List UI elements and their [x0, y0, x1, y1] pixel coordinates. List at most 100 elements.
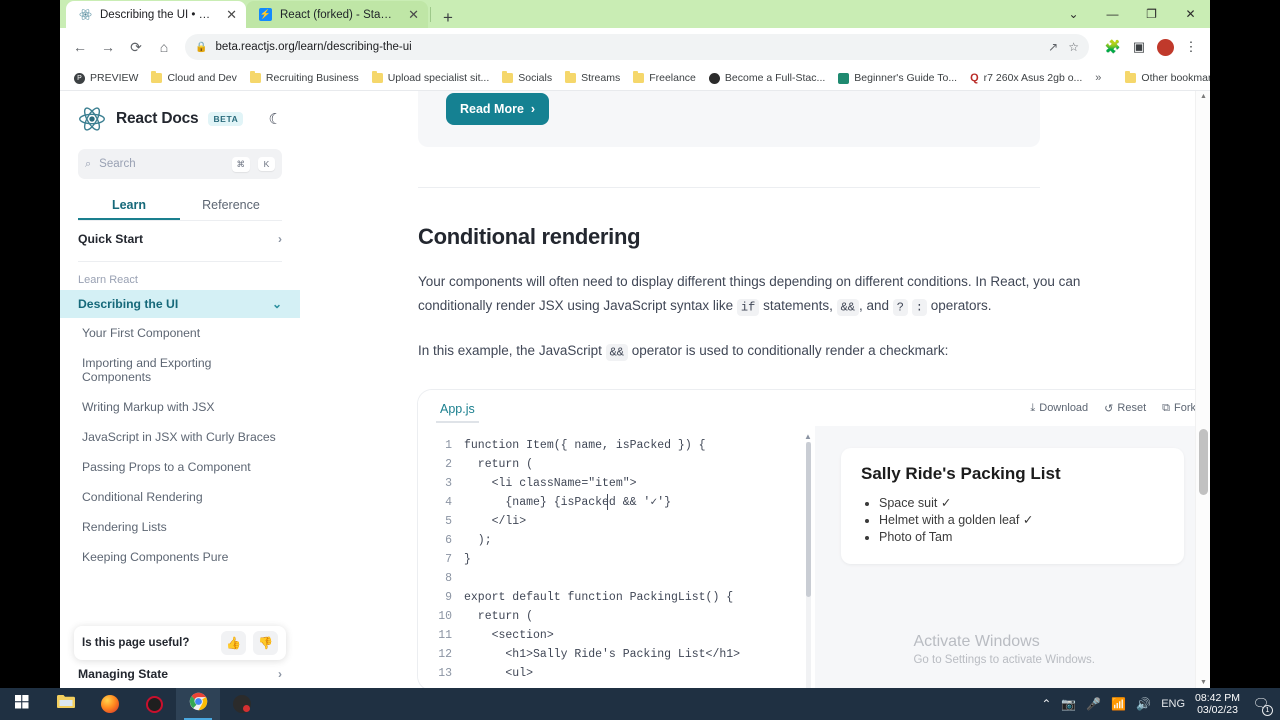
- bookmark-label: Cloud and Dev: [167, 72, 237, 84]
- code-line: 2 return (: [418, 455, 815, 474]
- list-item: Helmet with a golden leaf ✓: [879, 512, 1164, 529]
- sidebar-divider: [78, 261, 282, 262]
- notifications-button[interactable]: 🗨 1: [1250, 693, 1273, 716]
- scrollbar-thumb[interactable]: [806, 442, 811, 597]
- bookmark-item[interactable]: Streams: [559, 70, 626, 86]
- page-scrollbar-thumb[interactable]: [1199, 429, 1208, 495]
- microphone-icon[interactable]: 🎤: [1086, 697, 1101, 711]
- bookmark-star-icon[interactable]: ☆: [1068, 40, 1079, 54]
- main-content: Read More › Conditional rendering Your c…: [300, 91, 1210, 688]
- new-tab-button[interactable]: +: [433, 9, 463, 28]
- language-indicator[interactable]: ENG: [1161, 698, 1185, 710]
- forward-icon[interactable]: →: [95, 34, 121, 60]
- inline-code-colon: :: [911, 298, 927, 316]
- other-bookmarks-button[interactable]: Other bookmarks: [1119, 70, 1210, 86]
- sidebar-item-your-first-component[interactable]: Your First Component: [60, 318, 300, 348]
- sidebar-item-keeping-components-pure[interactable]: Keeping Components Pure: [60, 542, 300, 572]
- reload-icon[interactable]: ⟳: [123, 34, 149, 60]
- home-icon[interactable]: ⌂: [151, 34, 177, 60]
- tab-search-icon[interactable]: ⌄: [1054, 0, 1093, 28]
- bookmark-item[interactable]: P PREVIEW: [68, 70, 144, 86]
- browser-tab-1[interactable]: Describing the UI • React ✕: [66, 1, 246, 28]
- tab-close-icon[interactable]: ✕: [226, 8, 237, 21]
- paragraph-2: In this example, the JavaScript && opera…: [418, 339, 1133, 364]
- code-text: </li>: [464, 515, 527, 528]
- discord-button[interactable]: [220, 688, 264, 720]
- code-line: 11 <section>: [418, 626, 815, 645]
- code-editor[interactable]: 1 function Item({ name, isPacked }) { 2 r…: [418, 426, 815, 688]
- folder-icon: [249, 71, 261, 83]
- page-scrollbar[interactable]: ▲ ▼: [1195, 91, 1210, 688]
- address-bar[interactable]: 🔒 beta.reactjs.org/learn/describing-the-…: [185, 34, 1089, 60]
- list-item: Space suit ✓: [879, 495, 1164, 512]
- reset-button[interactable]: ↺ Reset: [1104, 402, 1146, 415]
- wifi-icon[interactable]: 📶: [1111, 697, 1126, 711]
- fork-button[interactable]: ⧉ Fork: [1162, 402, 1196, 415]
- scroll-up-icon[interactable]: ▲: [1196, 93, 1210, 100]
- bookmark-item[interactable]: Upload specialist sit...: [366, 70, 496, 86]
- download-label: Download: [1039, 402, 1089, 414]
- line-number: 6: [445, 534, 452, 547]
- inline-code-and: &&: [836, 298, 860, 316]
- extensions-icon[interactable]: 🧩: [1101, 35, 1125, 59]
- file-explorer-button[interactable]: [44, 688, 88, 720]
- moon-icon[interactable]: ☾: [269, 110, 282, 128]
- search-icon: ⌕: [85, 157, 92, 170]
- chrome-button[interactable]: [176, 688, 220, 720]
- bookmark-item[interactable]: Become a Full-Stac...: [703, 70, 831, 86]
- download-button[interactable]: ⤓ Download: [1030, 402, 1088, 415]
- bookmark-item[interactable]: Recruiting Business: [244, 70, 365, 86]
- clock[interactable]: 08:42 PM 03/02/23: [1195, 692, 1240, 717]
- line-number: 8: [445, 572, 452, 585]
- other-bookmarks-label: Other bookmarks: [1141, 72, 1210, 84]
- tray-expand-icon[interactable]: ⌃: [1041, 697, 1051, 711]
- scroll-up-icon[interactable]: ▲: [804, 432, 812, 441]
- sandbox-file-tab[interactable]: App.js: [436, 394, 479, 423]
- read-more-button[interactable]: Read More ›: [446, 93, 550, 125]
- tab-learn[interactable]: Learn: [78, 191, 180, 220]
- volume-icon[interactable]: 🔊: [1136, 697, 1151, 711]
- chevron-right-icon[interactable]: ›: [278, 232, 282, 246]
- sidebar-item-writing-markup-jsx[interactable]: Writing Markup with JSX: [60, 392, 300, 422]
- bookmark-item[interactable]: Socials: [496, 70, 558, 86]
- sidebar-item-javascript-curly-braces[interactable]: JavaScript in JSX with Curly Braces: [60, 422, 300, 452]
- camera-icon[interactable]: 📷: [1061, 697, 1076, 711]
- minimize-button[interactable]: —: [1093, 0, 1132, 28]
- sidebar-item-passing-props[interactable]: Passing Props to a Component: [60, 452, 300, 482]
- thumbs-up-icon[interactable]: 👍: [221, 631, 246, 655]
- bookmark-item[interactable]: Beginner's Guide To...: [832, 70, 963, 86]
- maximize-button[interactable]: ❐: [1132, 0, 1171, 28]
- close-button[interactable]: ✕: [1171, 0, 1210, 28]
- sidebar-item-managing-state[interactable]: Managing State ›: [60, 660, 300, 688]
- sidebar-item-quick-start[interactable]: Quick Start ›: [60, 225, 300, 253]
- sidebar-item-describing-the-ui[interactable]: Describing the UI ⌄: [60, 290, 300, 318]
- sidebar-item-conditional-rendering[interactable]: Conditional Rendering: [60, 482, 300, 512]
- firefox-button[interactable]: [88, 688, 132, 720]
- bookmark-label: Become a Full-Stac...: [724, 72, 826, 84]
- back-icon[interactable]: ←: [67, 34, 93, 60]
- profile-avatar[interactable]: [1153, 35, 1177, 59]
- line-number: 10: [438, 610, 452, 623]
- line-number: 5: [445, 515, 452, 528]
- system-tray: ⌃ 📷 🎤 📶 🔊 ENG 08:42 PM 03/02/23 🗨 1: [1041, 692, 1280, 717]
- bookmarks-overflow-icon[interactable]: »: [1089, 72, 1107, 84]
- editor-scrollbar[interactable]: ▲: [804, 432, 813, 688]
- sidebar-item-rendering-lists[interactable]: Rendering Lists: [60, 512, 300, 542]
- sidebar-item-importing-exporting[interactable]: Importing and Exporting Components: [60, 348, 300, 392]
- bookmark-item[interactable]: Cloud and Dev: [145, 70, 242, 86]
- bookmark-item[interactable]: Qr7 260x Asus 2gb o...: [964, 70, 1088, 86]
- thumbs-down-icon[interactable]: 👎: [253, 631, 278, 655]
- tab-reference[interactable]: Reference: [180, 191, 282, 220]
- opera-gx-button[interactable]: [132, 688, 176, 720]
- start-button[interactable]: [0, 688, 44, 720]
- chevron-down-icon[interactable]: ⌄: [272, 297, 282, 311]
- chevron-right-icon[interactable]: ›: [278, 667, 282, 681]
- share-icon[interactable]: ↗: [1048, 40, 1058, 54]
- menu-icon[interactable]: ⋮: [1179, 35, 1203, 59]
- tab-close-icon[interactable]: ✕: [408, 8, 419, 21]
- bookmark-item[interactable]: Freelance: [627, 70, 702, 86]
- search-input[interactable]: ⌕ Search ⌘ K: [78, 149, 282, 179]
- browser-tab-2[interactable]: ⚡ React (forked) - StackBlitz ✕: [246, 1, 428, 28]
- scroll-down-icon[interactable]: ▼: [1196, 679, 1210, 686]
- sidepanel-icon[interactable]: ▣: [1127, 35, 1151, 59]
